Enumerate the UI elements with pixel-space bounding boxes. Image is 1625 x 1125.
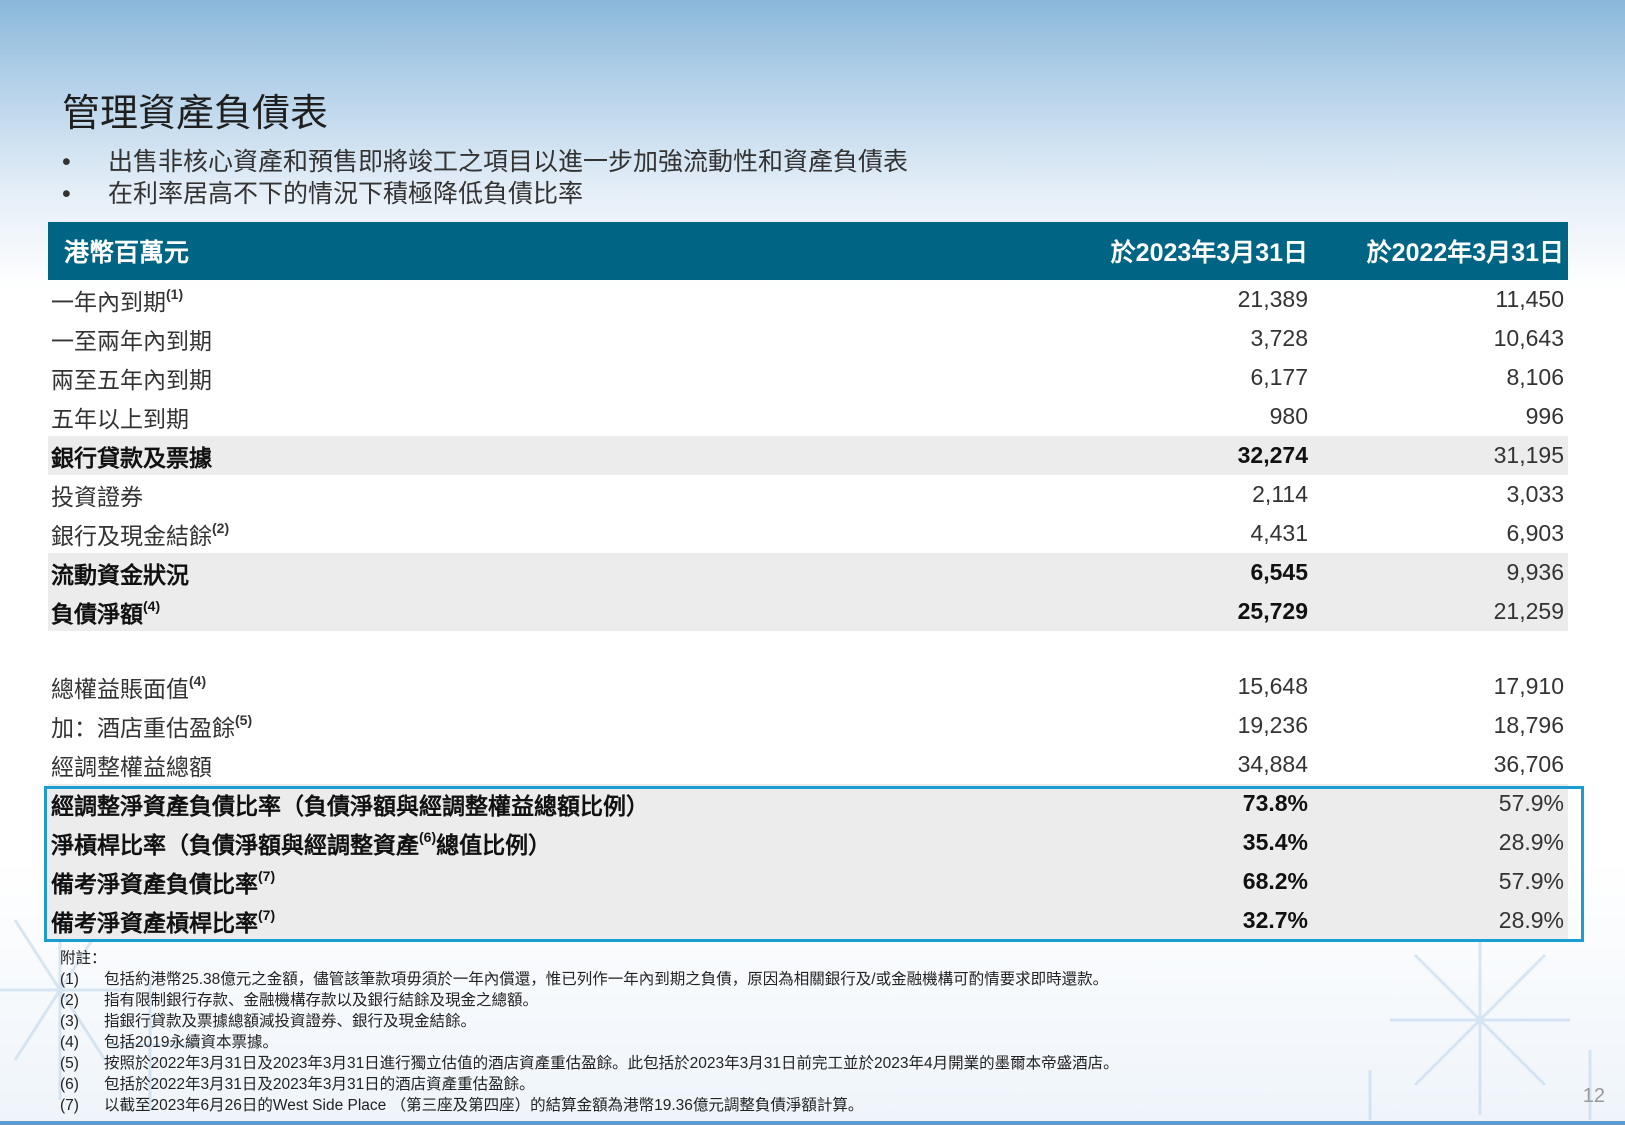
row-label: 經調整權益總額 xyxy=(51,753,212,780)
page-number: 12 xyxy=(1582,1085,1605,1107)
table-row: 銀行及現金結餘(2) 4,431 6,903 xyxy=(48,514,1568,553)
value-2022: 6,903 xyxy=(1506,520,1564,546)
value-2022: 17,910 xyxy=(1493,673,1564,699)
row-label: 銀行及現金結餘 xyxy=(51,522,212,549)
table-spacer xyxy=(48,631,1568,667)
footnote-item: (5) 按照於2022年3月31日及2023年3月31日進行獨立估值的酒店資產重估… xyxy=(60,1055,1119,1072)
footnote-ref: (4) xyxy=(143,597,161,614)
table-row-subtotal: 銀行貸款及票據 32,274 31,195 xyxy=(48,436,1568,475)
footnotes-title: 附註： xyxy=(60,950,107,967)
footnote-item: (4) 包括2019永續資本票據。 xyxy=(60,1034,278,1051)
row-label: 總權益賬面值 xyxy=(51,675,189,702)
table-row: 總權益賬面值(4) 15,648 17,910 xyxy=(48,667,1568,706)
row-label: 加：酒店重估盈餘 xyxy=(51,714,235,741)
value-2023: 21,389 xyxy=(1237,286,1308,312)
table-header: 港幣百萬元 於2023年3月31日 於2022年3月31日 xyxy=(48,222,1568,280)
bullet-item: • 在利率居高不下的情況下積極降低負債比率 xyxy=(62,180,584,208)
table-row: 兩至五年內到期 6,177 8,106 xyxy=(48,358,1568,397)
table-row: 投資證券 2,114 3,033 xyxy=(48,475,1568,514)
row-label: 五年以上到期 xyxy=(51,405,189,432)
value-2022: 21,259 xyxy=(1493,598,1564,624)
table-row-subtotal: 流動資金狀況 6,545 9,936 xyxy=(48,553,1568,592)
footnote-item: (7) 以截至2023年6月26日的West Side Place （第三座及第四… xyxy=(60,1097,864,1114)
table-row: 一年內到期(1) 21,389 11,450 xyxy=(48,280,1568,319)
value-2023: 3,728 xyxy=(1250,325,1308,351)
table-row: 五年以上到期 980 996 xyxy=(48,397,1568,436)
ratio-highlight-box xyxy=(44,786,1584,942)
footnote-item: (3) 指銀行貸款及票據總額減投資證券、銀行及現金結餘。 xyxy=(60,1013,477,1030)
value-2022: 31,195 xyxy=(1493,442,1564,468)
value-2023: 2,114 xyxy=(1252,481,1308,507)
header-unit: 港幣百萬元 xyxy=(64,239,190,267)
value-2022: 18,796 xyxy=(1493,712,1564,738)
row-label: 銀行貸款及票據 xyxy=(51,444,212,471)
footnote-ref: (1) xyxy=(166,285,184,302)
page-title: 管理資產負債表 xyxy=(62,93,329,135)
footnote-item: (1) 包括約港幣25.38億元之金額，儘管該筆款項毋須於一年內償還，惟已列作一年… xyxy=(60,971,1109,988)
row-label: 投資證券 xyxy=(51,483,143,510)
value-2022: 8,106 xyxy=(1506,364,1564,390)
value-2022: 10,643 xyxy=(1493,325,1564,351)
value-2022: 36,706 xyxy=(1493,751,1564,777)
value-2023: 32,274 xyxy=(1237,442,1308,468)
value-2022: 996 xyxy=(1525,403,1564,429)
table-row: 經調整權益總額 34,884 36,706 xyxy=(48,745,1568,784)
value-2023: 6,177 xyxy=(1250,364,1308,390)
bullet-list: • 出售非核心資產和預售即將竣工之項目以進一步加強流動性和資產負債表 • 在利率居高… xyxy=(62,146,908,210)
header-2022: 於2022年3月31日 xyxy=(1366,239,1564,267)
row-label: 一至兩年內到期 xyxy=(51,327,212,354)
snowflake-decoration-right xyxy=(1368,930,1592,1120)
header-2023: 於2023年3月31日 xyxy=(1110,239,1308,267)
table-row: 一至兩年內到期 3,728 10,643 xyxy=(48,319,1568,358)
value-2023: 25,729 xyxy=(1237,598,1308,624)
footnote-ref: (2) xyxy=(212,519,230,536)
value-2022: 3,033 xyxy=(1506,481,1564,507)
footnotes: 附註： (1) 包括約港幣25.38億元之金額，儘管該筆款項毋須於一年內償還，惟已… xyxy=(60,948,1119,1116)
footnote-ref: (5) xyxy=(235,711,253,728)
value-2023: 15,648 xyxy=(1237,673,1308,699)
value-2023: 6,545 xyxy=(1250,559,1308,585)
table-row-subtotal: 負債淨額(4) 25,729 21,259 xyxy=(48,592,1568,631)
footnote-item: (6) 包括於2022年3月31日及2023年3月31日的酒店資產重估盈餘。 xyxy=(60,1076,535,1093)
row-label: 負債淨額 xyxy=(51,600,143,627)
row-label: 流動資金狀況 xyxy=(51,561,189,588)
value-2023: 19,236 xyxy=(1237,712,1308,738)
value-2022: 9,936 xyxy=(1506,559,1564,585)
value-2023: 34,884 xyxy=(1237,751,1308,777)
value-2023: 980 xyxy=(1269,403,1308,429)
row-label: 兩至五年內到期 xyxy=(51,366,212,393)
footnote-item: (2) 指有限制銀行存款、金融機構存款以及銀行結餘及現金之總額。 xyxy=(60,992,539,1009)
bottom-rule xyxy=(0,1121,1625,1125)
value-2022: 11,450 xyxy=(1495,286,1564,312)
row-label: 一年內到期 xyxy=(51,288,166,315)
bullet-item: • 出售非核心資產和預售即將竣工之項目以進一步加強流動性和資產負債表 xyxy=(62,148,909,176)
footnote-ref: (4) xyxy=(189,672,207,689)
value-2023: 4,431 xyxy=(1250,520,1308,546)
table-row: 加：酒店重估盈餘(5) 19,236 18,796 xyxy=(48,706,1568,745)
